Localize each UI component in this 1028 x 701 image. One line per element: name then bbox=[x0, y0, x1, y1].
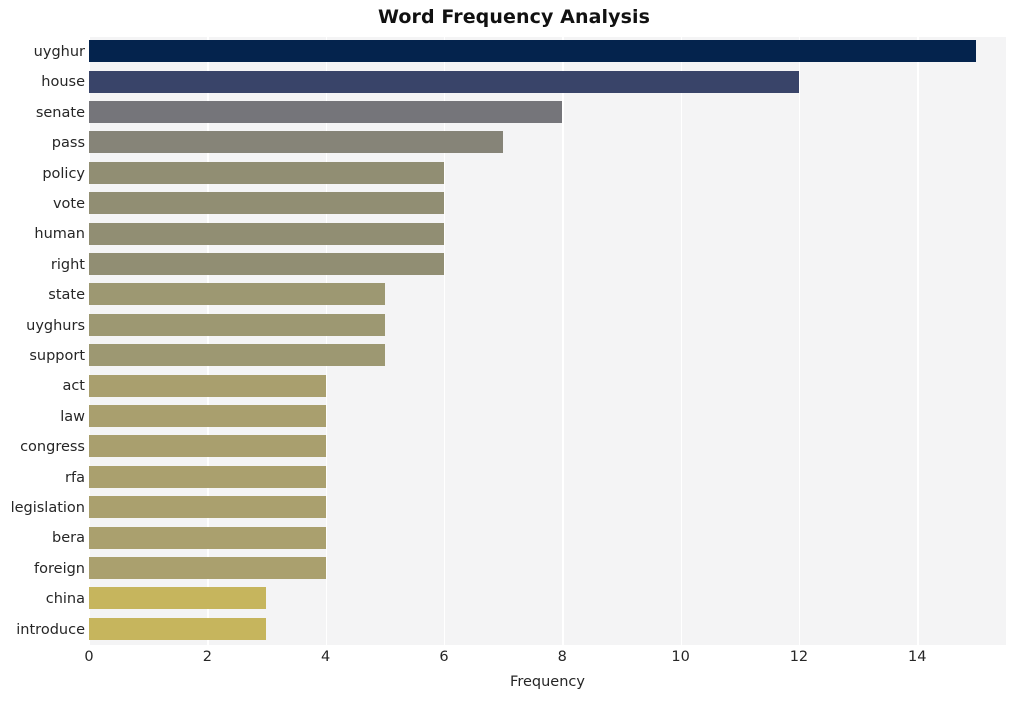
y-tick-label-rfa: rfa bbox=[65, 469, 85, 486]
y-tick-label-human: human bbox=[34, 226, 85, 243]
y-tick-label-introduce: introduce bbox=[16, 621, 85, 638]
bar-act[interactable] bbox=[89, 374, 326, 397]
x-tick-label-0: 0 bbox=[84, 649, 94, 665]
y-tick-label-senate: senate bbox=[35, 104, 85, 121]
bar-row bbox=[89, 98, 1006, 128]
x-tick-label-2: 2 bbox=[202, 649, 212, 665]
bar-uyghurs[interactable] bbox=[89, 313, 385, 336]
y-tick-label-policy: policy bbox=[42, 165, 85, 182]
bar-foreign[interactable] bbox=[89, 556, 326, 579]
bar-right[interactable] bbox=[89, 252, 444, 275]
bar-row bbox=[89, 189, 1006, 219]
y-tick-label-support: support bbox=[29, 348, 85, 364]
y-tick-label-pass: pass bbox=[51, 135, 85, 152]
bar-congress[interactable] bbox=[89, 435, 326, 458]
x-tick-label-10: 10 bbox=[671, 649, 690, 665]
bar-row bbox=[89, 584, 1006, 614]
plot-area bbox=[89, 37, 1006, 645]
y-tick-label-state: state bbox=[48, 287, 85, 304]
y-tick-label-right: right bbox=[50, 256, 85, 273]
y-tick-label-house: house bbox=[41, 74, 85, 91]
bar-uyghur[interactable] bbox=[89, 40, 977, 63]
bar-row bbox=[89, 219, 1006, 249]
x-tick-label-12: 12 bbox=[789, 649, 809, 665]
x-axis-tick-labels: 0 2 4 6 8 10 12 14 bbox=[84, 649, 1006, 671]
bar-row bbox=[89, 159, 1006, 189]
bar-row bbox=[89, 554, 1006, 584]
bar-china[interactable] bbox=[89, 587, 267, 610]
bar-senate[interactable] bbox=[89, 100, 563, 123]
bar-pass[interactable] bbox=[89, 131, 504, 154]
bar-state[interactable] bbox=[89, 283, 385, 306]
y-tick-label-china: china bbox=[45, 591, 85, 608]
bar-support[interactable] bbox=[89, 344, 385, 367]
bar-row bbox=[89, 615, 1006, 645]
bar-row bbox=[89, 67, 1006, 97]
y-tick-label-law: law bbox=[60, 408, 85, 425]
y-tick-label-legislation: legislation bbox=[10, 500, 85, 516]
x-tick-label-14: 14 bbox=[908, 649, 927, 665]
x-axis-title: Frequency bbox=[510, 674, 585, 690]
bar-introduce[interactable] bbox=[89, 617, 267, 640]
bar-policy[interactable] bbox=[89, 161, 444, 184]
y-tick-label-bera: bera bbox=[52, 530, 85, 547]
bar-row bbox=[89, 523, 1006, 553]
bar-row bbox=[89, 432, 1006, 462]
bar-rfa[interactable] bbox=[89, 465, 326, 488]
chart-figure: Word Frequency Analysis uyghur house senat… bbox=[0, 0, 1028, 701]
y-tick-label-vote: vote bbox=[52, 196, 85, 212]
bars-group bbox=[89, 37, 1006, 645]
y-axis-tick-labels: uyghur house senate pass policy vote human righ… bbox=[0, 37, 85, 645]
y-tick-label-uyghur: uyghur bbox=[33, 44, 85, 60]
x-tick-label-4: 4 bbox=[321, 649, 331, 665]
bar-row bbox=[89, 493, 1006, 523]
bar-house[interactable] bbox=[89, 70, 799, 93]
bar-row bbox=[89, 371, 1006, 401]
y-tick-label-foreign: foreign bbox=[34, 560, 85, 577]
bar-vote[interactable] bbox=[89, 192, 444, 215]
bar-bera[interactable] bbox=[89, 526, 326, 549]
x-tick-label-6: 6 bbox=[439, 649, 449, 665]
x-tick-label-8: 8 bbox=[557, 649, 567, 665]
bar-row bbox=[89, 341, 1006, 371]
y-tick-label-act: act bbox=[62, 378, 85, 395]
bar-row bbox=[89, 311, 1006, 341]
y-tick-label-congress: congress bbox=[20, 439, 85, 456]
bar-human[interactable] bbox=[89, 222, 444, 245]
bar-row bbox=[89, 128, 1006, 158]
bar-row bbox=[89, 463, 1006, 493]
bar-row bbox=[89, 250, 1006, 280]
bar-row bbox=[89, 402, 1006, 432]
bar-law[interactable] bbox=[89, 404, 326, 427]
bar-legislation[interactable] bbox=[89, 496, 326, 519]
chart-title: Word Frequency Analysis bbox=[377, 6, 651, 28]
y-tick-label-uyghurs: uyghurs bbox=[26, 317, 85, 334]
bar-row bbox=[89, 280, 1006, 310]
bar-row bbox=[89, 37, 1006, 67]
